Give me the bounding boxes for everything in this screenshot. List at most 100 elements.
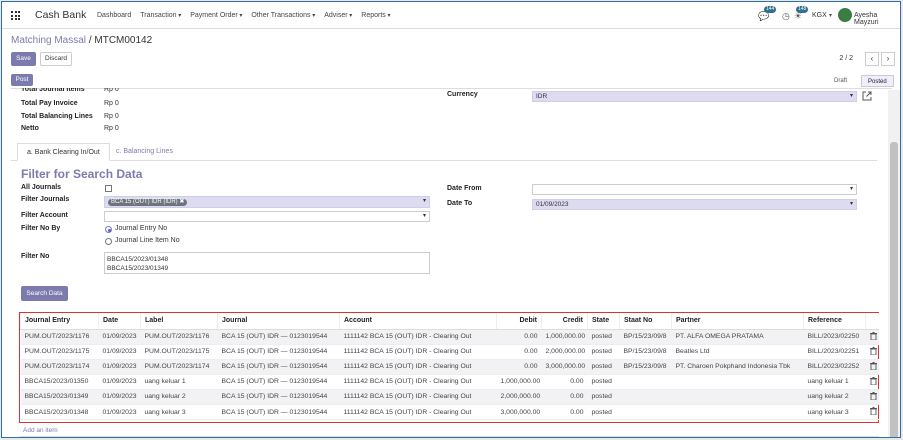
menu-transaction[interactable]: Transaction: [140, 12, 181, 19]
table-row[interactable]: PUM.OUT/2023/1174 01/09/2023 PUM.OUT/2023/…: [20, 359, 879, 375]
search-data-button[interactable]: Search Data: [21, 286, 68, 301]
table-cell: 01/09/2023: [98, 389, 141, 405]
table-cell: posted: [587, 404, 620, 421]
table-cell: BP/15/23/09/8: [619, 344, 672, 360]
discard-button[interactable]: Discard: [40, 52, 72, 66]
avatar[interactable]: [838, 8, 852, 22]
currency-select[interactable]: IDR: [532, 91, 857, 102]
table-cell: BCA 15 (OUT) IDR — 0123019544: [217, 329, 340, 345]
table-row[interactable]: BBCA15/2023/01349 01/09/2023 uang keluar 2…: [20, 389, 879, 405]
status-draft[interactable]: Draft: [828, 75, 853, 87]
col-date[interactable]: Date: [98, 313, 141, 330]
pager-value[interactable]: 2 / 2: [839, 55, 853, 62]
filter-account-label: Filter Account: [21, 212, 68, 219]
user-name[interactable]: Ayesha Mayzuri: [854, 12, 900, 26]
post-button[interactable]: Post: [11, 74, 33, 86]
table-cell: 0.00: [496, 359, 542, 375]
filter-journals-select[interactable]: BCA 15 (OUT) IDR (IDR) ✖: [104, 196, 430, 208]
table-body: PUM.OUT/2023/1176 01/09/2023 PUM.OUT/2023/…: [20, 329, 879, 421]
clock-icon[interactable]: ◷: [782, 11, 790, 22]
status-posted[interactable]: Posted: [861, 75, 894, 87]
chevron-down-icon: ▾: [829, 13, 833, 19]
table-cell: PUM.OUT/2023/1175: [140, 344, 218, 360]
col-journal[interactable]: Journal: [217, 313, 340, 330]
radio-journal-entry-no[interactable]: [105, 226, 112, 233]
col-state[interactable]: State: [587, 313, 620, 330]
col-partner[interactable]: Partner: [671, 313, 804, 330]
add-item-link[interactable]: Add an item: [23, 427, 58, 434]
filter-no-line-1: BBCA15/2023/01348: [107, 256, 169, 263]
table-cell: BBCA15/2023/01349: [20, 389, 99, 405]
radio-journal-line-item-no-label[interactable]: Journal Line Item No: [115, 237, 180, 244]
external-link-icon[interactable]: [862, 91, 872, 101]
all-journals-label: All Journals: [21, 184, 62, 191]
company-switcher[interactable]: KGX: [812, 12, 827, 19]
radio-journal-entry-no-label[interactable]: Journal Entry No: [115, 225, 167, 232]
breadcrumb-parent[interactable]: Matching Massal: [11, 35, 86, 46]
close-icon[interactable]: ✖: [179, 199, 184, 205]
filter-no-textarea[interactable]: BBCA15/2023/01348 BBCA15/2023/01349: [104, 252, 430, 274]
scrollbar[interactable]: [888, 90, 900, 437]
apps-grid-icon[interactable]: [11, 11, 20, 20]
table-cell: PUM.OUT/2023/1175: [20, 344, 99, 360]
trash-icon[interactable]: [865, 359, 879, 375]
col-debit[interactable]: Debit: [496, 313, 542, 330]
results-table-container: Journal Entry Date Label Journal Account…: [19, 312, 879, 423]
col-reference[interactable]: Reference: [803, 313, 866, 330]
table-cell: PUM.OUT/2023/1176: [20, 329, 99, 345]
table-cell: BP/15/23/09/8: [619, 359, 672, 375]
table-cell: 1111142 BCA 15 (OUT) IDR - Clearing Out: [339, 404, 497, 421]
table-row[interactable]: PUM.OUT/2023/1176 01/09/2023 PUM.OUT/2023/…: [20, 329, 879, 345]
col-staat-no[interactable]: Staat No: [619, 313, 672, 330]
table-cell: BBCA15/2023/01348: [20, 404, 99, 421]
scrollbar-thumb[interactable]: [890, 142, 898, 437]
table-cell: Beatles Ltd: [671, 344, 804, 360]
netto-value: Rp 0: [104, 125, 119, 132]
trash-icon[interactable]: [865, 329, 879, 345]
table-cell: BCA 15 (OUT) IDR — 0123019544: [217, 389, 340, 405]
pager-next-button[interactable]: ›: [881, 52, 895, 66]
tab-bank-clearing[interactable]: a. Bank Clearing In/Out: [17, 143, 110, 161]
date-from-label: Date From: [447, 185, 482, 192]
table-row[interactable]: BBCA15/2023/01350 01/09/2023 uang keluar 1…: [20, 374, 879, 390]
all-journals-checkbox[interactable]: [105, 185, 112, 192]
table-cell: 01/09/2023: [98, 359, 141, 375]
table-cell: 01/09/2023: [98, 329, 141, 345]
trash-icon[interactable]: [865, 389, 879, 405]
col-actions: [865, 313, 879, 330]
col-account[interactable]: Account: [339, 313, 497, 330]
tab-balancing-lines[interactable]: c. Balancing Lines: [107, 143, 182, 161]
col-label[interactable]: Label: [140, 313, 218, 330]
menu-payment-order[interactable]: Payment Order: [190, 12, 242, 19]
table-row[interactable]: BBCA15/2023/01348 01/09/2023 uang keluar 3…: [20, 404, 879, 421]
save-button[interactable]: Save: [11, 52, 36, 66]
menu-adviser[interactable]: Adviser: [324, 12, 352, 19]
radio-journal-line-item-no[interactable]: [105, 238, 112, 245]
main-menu: Dashboard Transaction Payment Order Othe…: [97, 12, 390, 19]
pager-prev-button[interactable]: ‹: [865, 52, 879, 66]
date-from-select[interactable]: [532, 184, 857, 195]
table-cell: 0.00: [541, 374, 588, 390]
date-to-select[interactable]: 01/09/2023: [532, 199, 857, 210]
table-row[interactable]: PUM.OUT/2023/1175 01/09/2023 PUM.OUT/2023/…: [20, 344, 879, 360]
table-cell: [619, 389, 672, 405]
col-credit[interactable]: Credit: [541, 313, 588, 330]
col-journal-entry[interactable]: Journal Entry: [20, 313, 99, 330]
menu-reports[interactable]: Reports: [361, 12, 390, 19]
app-brand[interactable]: Cash Bank: [35, 9, 86, 21]
trash-icon[interactable]: [865, 374, 879, 390]
table-cell: 0.00: [496, 344, 542, 360]
filter-journals-label: Filter Journals: [21, 196, 70, 203]
date-to-label: Date To: [447, 200, 473, 207]
table-cell: BILL/2023/02250: [803, 329, 866, 345]
breadcrumb-separator: /: [88, 35, 92, 46]
table-cell: PUM.OUT/2023/1174: [20, 359, 99, 375]
menu-dashboard[interactable]: Dashboard: [97, 12, 131, 19]
filter-account-select[interactable]: [104, 211, 430, 222]
trash-icon[interactable]: [865, 404, 879, 421]
menu-other-transactions[interactable]: Other Transactions: [251, 12, 315, 19]
total-balancing-lines-label: Total Balancing Lines: [21, 113, 93, 120]
table-cell: 1111142 BCA 15 (OUT) IDR - Clearing Out: [339, 344, 497, 360]
trash-icon[interactable]: [865, 344, 879, 360]
table-cell: 3,000,000.00: [496, 404, 542, 421]
